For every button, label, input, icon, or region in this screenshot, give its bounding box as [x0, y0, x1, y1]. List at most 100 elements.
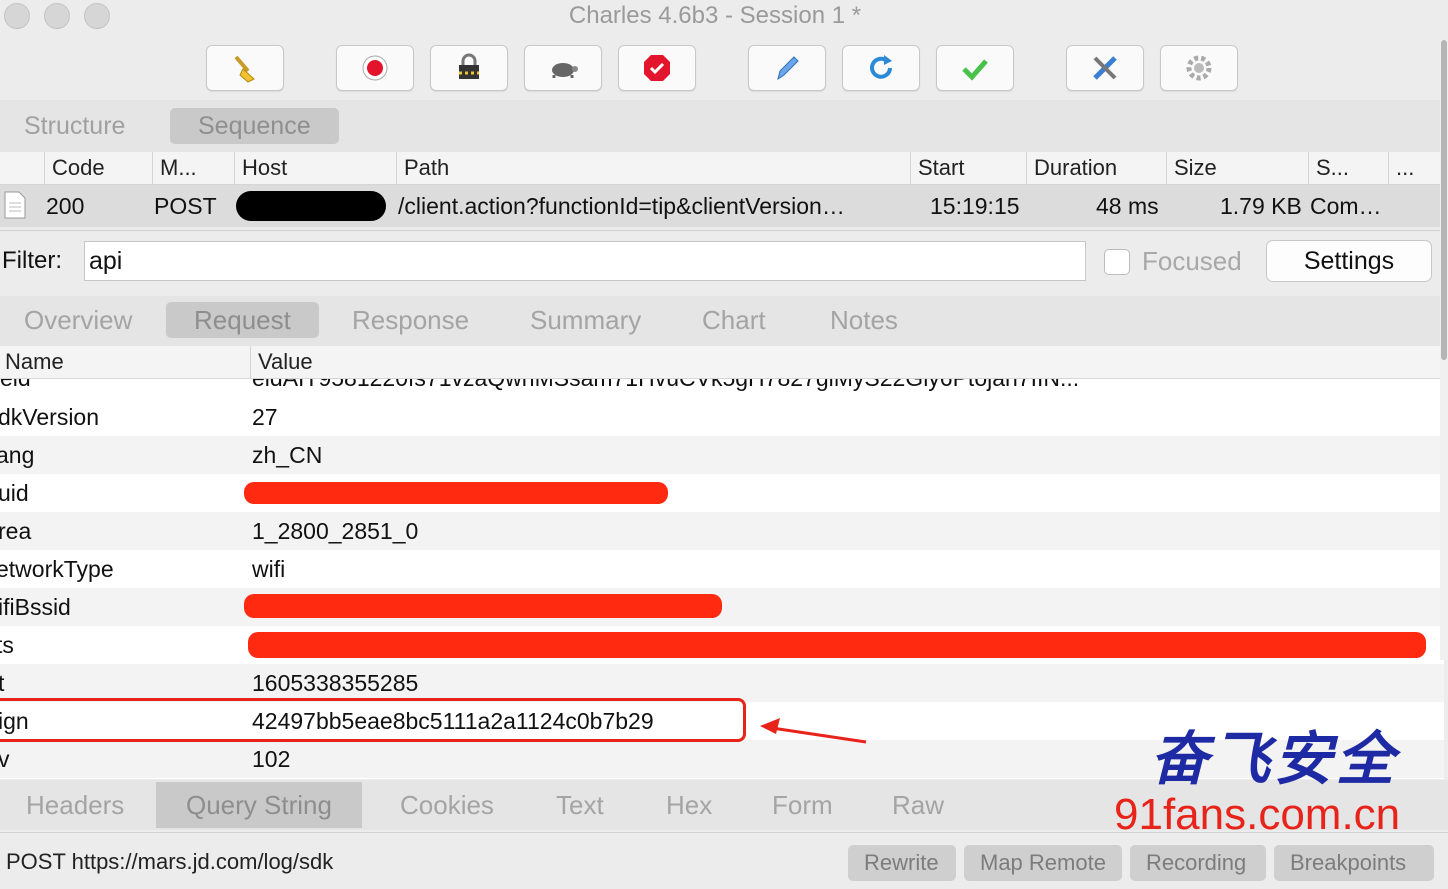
- detail-tabs: Overview Request Response Summary Chart …: [0, 296, 1448, 346]
- params-table-header: Name Value: [0, 346, 1448, 379]
- table-row[interactable]: dkVersion 27: [0, 398, 1444, 436]
- column-size[interactable]: Size: [1166, 152, 1308, 184]
- settings-button[interactable]: [1160, 45, 1238, 91]
- focused-checkbox[interactable]: [1104, 249, 1130, 275]
- throttle-turtle-icon: [552, 63, 578, 78]
- tab-form[interactable]: Form: [742, 782, 863, 828]
- param-name: v: [0, 746, 10, 772]
- highlight-box: [0, 698, 746, 742]
- column-start[interactable]: Start: [910, 152, 1026, 184]
- view-tabs: Structure Sequence: [0, 100, 1448, 152]
- redacted-host: [236, 191, 386, 221]
- param-name: t: [0, 670, 5, 696]
- column-name[interactable]: Name: [0, 346, 250, 378]
- param-value: zh_CN: [252, 442, 323, 468]
- param-name: ang: [0, 442, 35, 468]
- table-row[interactable]: eid eidAIT9581220fs71vzaQwnMSsam71HvuCVk…: [0, 379, 1444, 397]
- column-status[interactable]: S...: [1308, 152, 1388, 184]
- ssl-lock-icon: [459, 53, 479, 79]
- tab-cookies[interactable]: Cookies: [370, 782, 524, 828]
- document-icon: [4, 191, 26, 219]
- broom-icon: [234, 55, 255, 83]
- row-method: POST: [154, 193, 217, 219]
- tab-response[interactable]: Response: [324, 302, 497, 338]
- param-value: 1605338355285: [252, 670, 419, 696]
- filter-label: Filter:: [2, 247, 62, 274]
- sequence-table-header: Code M... Host Path Start Duration Size …: [0, 152, 1448, 185]
- tab-notes[interactable]: Notes: [802, 302, 926, 338]
- tab-text[interactable]: Text: [526, 782, 634, 828]
- table-row[interactable]: rea 1_2800_2851_0: [0, 512, 1444, 550]
- filter-settings-button[interactable]: Settings: [1266, 240, 1432, 282]
- compose-button[interactable]: [748, 45, 826, 91]
- redacted-value: [244, 482, 668, 504]
- tab-sequence[interactable]: Sequence: [170, 108, 339, 144]
- tab-summary[interactable]: Summary: [502, 302, 669, 338]
- param-name: uid: [0, 480, 29, 506]
- table-row[interactable]: t 1605338355285: [0, 664, 1444, 702]
- ssl-proxying-button[interactable]: [430, 45, 508, 91]
- column-path[interactable]: Path: [396, 152, 910, 184]
- toolbar: [0, 34, 1448, 101]
- tab-structure[interactable]: Structure: [0, 108, 153, 144]
- row-duration: 48 ms: [1096, 193, 1159, 219]
- row-start: 15:19:15: [930, 193, 1020, 219]
- title-bar: Charles 4.6b3 - Session 1 *: [0, 0, 1448, 34]
- row-path: /client.action?functionId=tip&clientVers…: [398, 193, 845, 219]
- tab-raw[interactable]: Raw: [862, 782, 974, 828]
- throttle-button[interactable]: [524, 45, 602, 91]
- tab-overview[interactable]: Overview: [0, 302, 160, 338]
- param-name: rea: [0, 518, 32, 544]
- column-more[interactable]: ...: [1388, 152, 1440, 184]
- scrollbar-thumb[interactable]: [1441, 40, 1447, 360]
- redacted-value: [248, 632, 1426, 658]
- rewrite-button[interactable]: Rewrite: [848, 845, 956, 881]
- repeat-icon: [870, 55, 892, 79]
- compose-pen-icon: [777, 56, 799, 81]
- param-name: eid: [0, 379, 31, 397]
- settings-gear-icon: [1186, 55, 1212, 81]
- status-bar: POST https://mars.jd.com/log/sdk Rewrite…: [0, 832, 1448, 889]
- recording-button[interactable]: Recording: [1130, 845, 1266, 881]
- row-code: 200: [46, 193, 85, 219]
- table-row[interactable]: ts: [0, 626, 1444, 664]
- record-icon: [362, 55, 388, 81]
- validate-check-icon: [962, 59, 988, 81]
- tab-query-string[interactable]: Query String: [156, 782, 362, 828]
- watermark-chinese: 奋飞安全: [1150, 725, 1399, 793]
- table-row[interactable]: 200 POST /client.action?functionId=tip&c…: [0, 185, 1448, 227]
- tab-hex[interactable]: Hex: [636, 782, 742, 828]
- column-value[interactable]: Value: [250, 346, 1440, 378]
- annotation-arrow-icon: [760, 718, 867, 744]
- table-row[interactable]: ang zh_CN: [0, 436, 1444, 474]
- param-name: dkVersion: [0, 404, 100, 430]
- column-code[interactable]: Code: [44, 152, 148, 184]
- breakpoints-status-button[interactable]: Breakpoints: [1274, 845, 1434, 881]
- row-status: Com…: [1310, 193, 1382, 219]
- map-remote-button[interactable]: Map Remote: [964, 845, 1122, 881]
- tab-request[interactable]: Request: [166, 302, 319, 338]
- table-row[interactable]: etworkType wifi: [0, 550, 1444, 588]
- param-value: eidAIT9581220fs71vzaQwnMSsam71HvuCVk5gH7…: [252, 379, 1432, 397]
- param-name: etworkType: [0, 556, 114, 582]
- table-row[interactable]: uid: [0, 474, 1444, 512]
- row-size: 1.79 KB: [1220, 193, 1302, 219]
- clear-session-button[interactable]: [206, 45, 284, 91]
- param-value: 1_2800_2851_0: [252, 518, 419, 544]
- tools-icon: [1093, 56, 1117, 80]
- column-duration[interactable]: Duration: [1026, 152, 1166, 184]
- tab-headers[interactable]: Headers: [0, 782, 154, 828]
- param-value: 102: [252, 746, 291, 772]
- filter-input[interactable]: api: [84, 241, 1086, 281]
- focused-label: Focused: [1142, 246, 1242, 276]
- column-host[interactable]: Host: [234, 152, 394, 184]
- breakpoints-button[interactable]: [618, 45, 696, 91]
- record-button[interactable]: [336, 45, 414, 91]
- column-method[interactable]: M...: [152, 152, 234, 184]
- table-row[interactable]: ifiBssid: [0, 588, 1444, 626]
- validate-button[interactable]: [936, 45, 1014, 91]
- status-text: POST https://mars.jd.com/log/sdk: [6, 849, 334, 874]
- repeat-button[interactable]: [842, 45, 920, 91]
- tools-button[interactable]: [1066, 45, 1144, 91]
- tab-chart[interactable]: Chart: [674, 302, 794, 338]
